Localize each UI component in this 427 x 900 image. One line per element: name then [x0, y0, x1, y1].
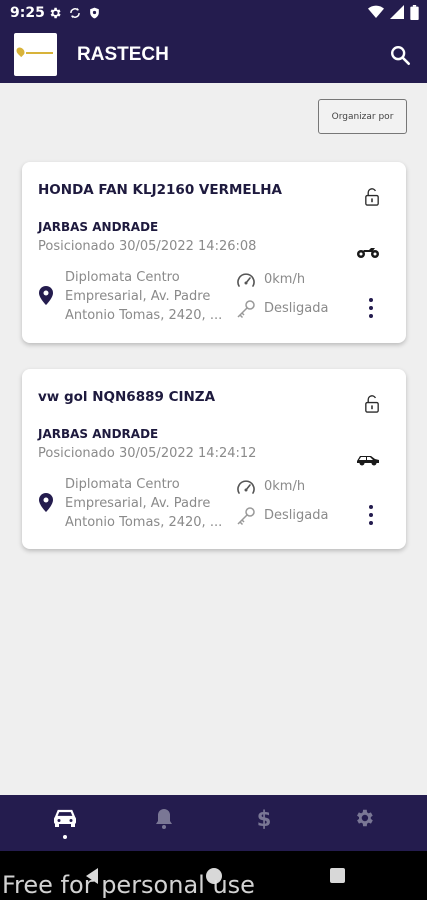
status-left-icons — [48, 6, 101, 20]
nav-payments[interactable]: $ — [250, 807, 278, 837]
nav-notifications[interactable] — [150, 807, 178, 837]
location-pin-icon — [39, 286, 53, 305]
bell-icon — [156, 809, 172, 829]
sync-icon — [70, 7, 80, 19]
position-timestamp: Posicionado 30/05/2022 14:24:12 — [38, 446, 257, 461]
logo-line — [26, 52, 53, 54]
logo-pin-icon — [14, 45, 27, 58]
shield-icon — [90, 7, 99, 19]
watermark: Free for personal use — [2, 871, 255, 899]
gear-icon — [50, 7, 61, 19]
status-time: 9:25 — [10, 5, 45, 21]
search-button[interactable] — [389, 44, 411, 66]
signal-icon — [390, 5, 404, 19]
vehicle-card[interactable]: HONDA FAN KLJ2160 VERMELHA JARBAS ANDRAD… — [22, 162, 406, 343]
battery-icon — [410, 5, 419, 20]
speed-value: 0km/h — [264, 272, 306, 287]
dollar-icon: $ — [256, 807, 272, 831]
nav-settings[interactable] — [350, 807, 378, 837]
position-timestamp: Posicionado 30/05/2022 14:26:08 — [38, 239, 257, 254]
vehicle-title: HONDA FAN KLJ2160 VERMELHA — [38, 182, 282, 198]
search-icon — [391, 46, 410, 65]
car-icon — [357, 456, 379, 466]
owner-name: JARBAS ANDRADE — [38, 220, 159, 234]
status-bar: 9:25 — [0, 0, 427, 28]
car-icon — [54, 809, 76, 827]
sort-button[interactable]: Organizar por — [318, 99, 407, 134]
wifi-icon — [368, 5, 384, 18]
app-title: RASTECH — [77, 44, 169, 65]
location-pin-icon — [39, 493, 53, 512]
motorcycle-icon — [357, 248, 379, 258]
address-text: Diplomata Centro Empresarial, Av. Padre … — [65, 270, 223, 323]
more-options-icon[interactable] — [369, 505, 373, 525]
rastech-logo — [14, 33, 57, 76]
owner-name: JARBAS ANDRADE — [38, 427, 159, 441]
key-icon — [237, 300, 255, 319]
ignition-status: Desligada — [264, 508, 329, 523]
unlock-icon[interactable] — [364, 187, 380, 206]
speedometer-icon — [237, 480, 255, 494]
bottom-nav: $ — [0, 795, 427, 851]
gear-icon — [357, 809, 373, 827]
speed-value: 0km/h — [264, 479, 306, 494]
vehicle-title: vw gol NQN6889 CINZA — [38, 389, 216, 405]
active-nav-indicator — [63, 835, 67, 839]
recent-apps-icon[interactable] — [330, 868, 345, 883]
unlock-icon[interactable] — [364, 394, 380, 413]
nav-vehicles[interactable] — [51, 807, 79, 837]
app-bar: RASTECH — [0, 28, 427, 83]
more-options-icon[interactable] — [369, 298, 373, 318]
ignition-status: Desligada — [264, 301, 329, 316]
speedometer-icon — [237, 273, 255, 287]
vehicle-card[interactable]: vw gol NQN6889 CINZA JARBAS ANDRADE Posi… — [22, 369, 406, 549]
status-right-icons — [368, 5, 419, 20]
key-icon — [237, 507, 255, 526]
address-text: Diplomata Centro Empresarial, Av. Padre … — [65, 477, 223, 530]
